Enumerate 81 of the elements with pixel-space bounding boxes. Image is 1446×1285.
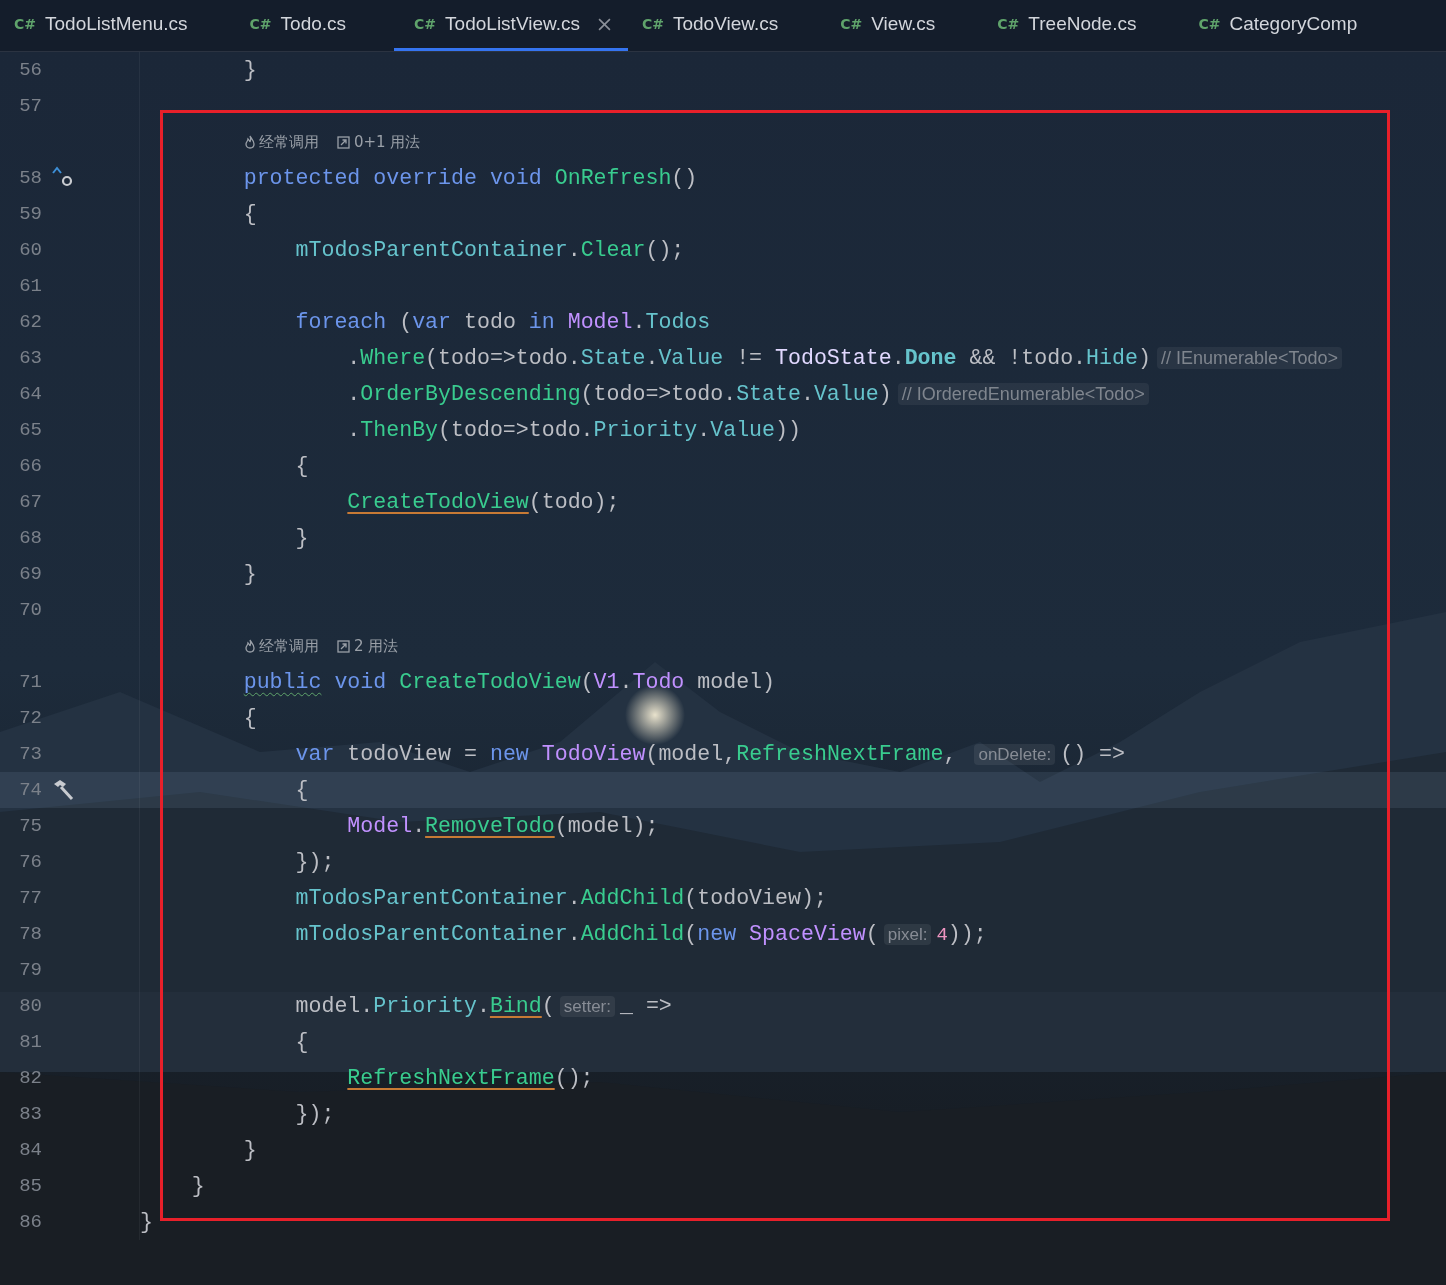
code-line: }	[243, 58, 257, 82]
line-number: 67	[19, 491, 42, 513]
line-number: 79	[19, 959, 42, 981]
code-line: mTodosParentContainer.AddChild(new SpaceView( pixel: 4));	[295, 922, 987, 946]
line-number: 59	[19, 203, 42, 225]
external-link-icon	[337, 639, 350, 653]
editor-tab[interactable]: C# CategoryComp	[1184, 0, 1406, 51]
csharp-file-icon: C#	[1198, 16, 1221, 32]
line-number: 82	[19, 1067, 42, 1089]
editor-tab[interactable]: C# TodoListView.cs	[394, 0, 628, 51]
editor-tab[interactable]: C# TodoView.cs	[627, 0, 827, 51]
code-line: var todoView = new TodoView(model,RefreshNextFrame, onDelete: () =>	[295, 742, 1125, 766]
line-number: 63	[19, 347, 42, 369]
code-line: CreateTodoView(todo);	[347, 490, 620, 514]
editor-tab[interactable]: C# TreeNode.cs	[983, 0, 1185, 51]
line-number: 85	[19, 1175, 42, 1197]
line-number: 81	[19, 1031, 42, 1053]
csharp-file-icon: C#	[249, 16, 272, 32]
code-line: foreach (var todo in Model.Todos	[295, 310, 711, 334]
line-number: 64	[19, 383, 42, 405]
line-number: 71	[19, 671, 42, 693]
line-number: 80	[19, 995, 42, 1017]
csharp-file-icon: C#	[641, 16, 664, 32]
code-line: }	[243, 562, 257, 586]
line-number: 77	[19, 887, 42, 909]
usages-count-link[interactable]: 2 用法	[354, 636, 399, 656]
csharp-file-icon: C#	[414, 16, 437, 32]
code-line: RefreshNextFrame();	[347, 1066, 594, 1090]
code-line: {	[295, 454, 309, 478]
editor-tab[interactable]: C# View.cs	[826, 0, 984, 51]
line-number: 83	[19, 1103, 42, 1125]
line-number: 78	[19, 923, 42, 945]
line-number: 56	[19, 59, 42, 81]
line-number: 70	[19, 599, 42, 621]
line-number: 62	[19, 311, 42, 333]
line-number: 69	[19, 563, 42, 585]
line-number: 74	[19, 779, 42, 801]
usages-count-link[interactable]: 0+1 用法	[354, 132, 421, 152]
code-line: .OrderByDescending(todo=>todo.State.Value) // IOrderedEnumerable<Todo>	[347, 382, 1149, 406]
line-number: 72	[19, 707, 42, 729]
code-line: }	[243, 1138, 257, 1162]
flame-icon	[245, 135, 255, 149]
line-number: 86	[19, 1211, 42, 1233]
code-line: });	[295, 1102, 335, 1126]
editor-tab[interactable]: C# Todo.cs	[235, 0, 395, 51]
code-line: {	[295, 1030, 309, 1054]
line-number: 65	[19, 419, 42, 441]
code-line: mTodosParentContainer.AddChild(todoView);	[295, 886, 827, 910]
line-number: 76	[19, 851, 42, 873]
usage-frequency-hint: 经常调用	[259, 636, 319, 656]
code-line: }	[140, 1210, 153, 1234]
line-number: 57	[19, 95, 42, 117]
code-line: {	[243, 202, 257, 226]
csharp-file-icon: C#	[14, 16, 36, 32]
code-line: }	[295, 526, 309, 550]
line-number: 75	[19, 815, 42, 837]
code-line: model.Priority.Bind( setter: _ =>	[295, 994, 672, 1018]
code-line: }	[191, 1174, 205, 1198]
line-number: 60	[19, 239, 42, 261]
usage-frequency-hint: 经常调用	[259, 132, 319, 152]
code-line: protected override void OnRefresh()	[243, 166, 698, 190]
line-number: 58	[19, 167, 42, 189]
line-number: 84	[19, 1139, 42, 1161]
flame-icon	[245, 639, 255, 653]
code-line: {	[295, 778, 309, 802]
external-link-icon	[337, 135, 350, 149]
code-line: });	[295, 850, 335, 874]
code-line: Model.RemoveTodo(model);	[347, 814, 659, 838]
line-number: 61	[19, 275, 42, 297]
csharp-file-icon: C#	[997, 16, 1020, 32]
line-number: 66	[19, 455, 42, 477]
csharp-file-icon: C#	[840, 16, 863, 32]
line-number: 73	[19, 743, 42, 765]
close-icon[interactable]	[597, 17, 611, 31]
editor-tab[interactable]: C# TodoListMenu.cs	[0, 0, 236, 51]
code-line: {	[243, 706, 257, 730]
code-line: .Where(todo=>todo.State.Value != TodoState.Done && !todo.Hide) // IEnumerable<Todo>	[347, 346, 1342, 370]
code-line: .ThenBy(todo=>todo.Priority.Value))	[347, 418, 801, 442]
code-line: public void CreateTodoView(V1.Todo model)	[243, 670, 776, 694]
code-line: mTodosParentContainer.Clear();	[295, 238, 685, 262]
line-number: 68	[19, 527, 42, 549]
